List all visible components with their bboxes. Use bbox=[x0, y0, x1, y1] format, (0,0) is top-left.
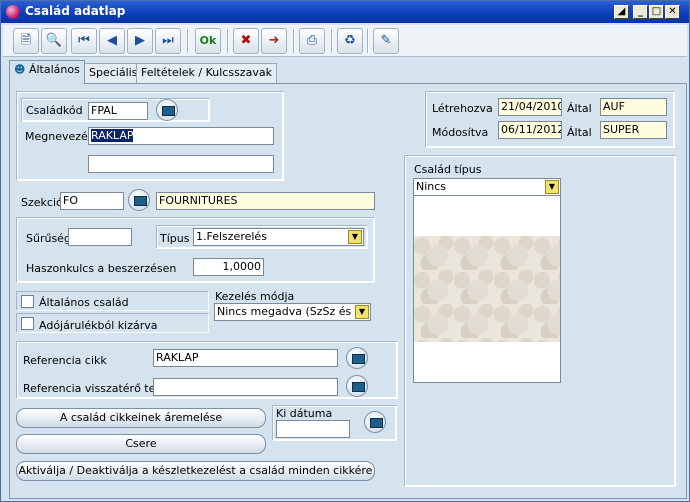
first-record-icon[interactable]: ⏮ bbox=[71, 28, 97, 54]
notes-icon[interactable]: ✎ bbox=[373, 28, 399, 54]
aktival-button[interactable]: Aktiválja / Deaktiválja a készletkezelés… bbox=[16, 461, 375, 481]
kezeles-label: Kezelés módja bbox=[215, 290, 295, 303]
next-record-icon[interactable]: ▶ bbox=[127, 28, 153, 54]
letrehozva-date: 21/04/2010 bbox=[498, 98, 562, 116]
ref-cikk-label: Referencia cikk bbox=[23, 354, 107, 367]
csalad-tipus-select[interactable]: Nincs ▼ bbox=[413, 178, 561, 196]
suruseg-label: Sűrűség bbox=[26, 232, 71, 245]
szekcio-name: FOURNITURES bbox=[156, 192, 375, 210]
ref-cikk-lookup-icon[interactable] bbox=[346, 347, 368, 369]
haszonkulcs-input[interactable]: 1,0000 bbox=[193, 258, 264, 276]
szekcio-code-input[interactable]: FO bbox=[60, 192, 124, 210]
maximize-button[interactable]: □ bbox=[649, 5, 664, 19]
close-button[interactable]: ✕ bbox=[665, 5, 680, 19]
tipus-selected-value: 1.Felszerelés bbox=[196, 230, 267, 243]
minimize-button[interactable]: _ bbox=[633, 5, 648, 19]
window-title: Család adatlap bbox=[25, 4, 126, 18]
tipus-select[interactable]: 1.Felszerelés ▼ bbox=[193, 228, 364, 246]
prev-record-icon[interactable]: ◀ bbox=[99, 28, 125, 54]
modositva-altal-label: Által bbox=[567, 126, 592, 139]
new-icon[interactable]: 🗎 bbox=[13, 28, 39, 54]
altalanos-csalad-checkbox[interactable] bbox=[21, 295, 34, 308]
exit-door-icon[interactable]: ➜ bbox=[261, 28, 287, 54]
csaladkod-label: Családkód bbox=[26, 104, 83, 117]
csalad-tipus-label: Család típus bbox=[414, 163, 482, 176]
title-bar: Család adatlap ◢ _ □ ✕ bbox=[1, 1, 689, 23]
tab-label: Speciális bbox=[89, 66, 138, 79]
kezeles-select[interactable]: Nincs megadva (SzSz és TÜ ▼ bbox=[214, 303, 371, 321]
haszonkulcs-label: Haszonkulcs a beszerzésen bbox=[26, 262, 177, 275]
megnevezes-label: Megnevezés bbox=[25, 130, 94, 143]
trash-icon[interactable]: ♻ bbox=[337, 28, 363, 54]
aremeles-button[interactable]: A család cikkeinek áremelése bbox=[16, 408, 266, 428]
tab-altalanos[interactable]: ☻ Általános bbox=[9, 60, 85, 84]
megnevezes2-input[interactable] bbox=[88, 155, 274, 173]
csere-button[interactable]: Csere bbox=[16, 434, 266, 454]
calendar-icon[interactable] bbox=[364, 411, 386, 433]
csaladkod-lookup-icon[interactable] bbox=[156, 99, 178, 121]
dropdown-arrow-icon[interactable]: ▼ bbox=[355, 305, 369, 319]
texture-image bbox=[414, 236, 560, 342]
toolbar-separator bbox=[187, 29, 189, 53]
tab-feltetelek[interactable]: Feltételek / Kulcsszavak bbox=[136, 63, 277, 83]
menu-arrow-icon[interactable]: ◢ bbox=[614, 5, 629, 19]
toolbar: 🗎 🔍 ⏮ ◀ ▶ ⏭ Ok ✖ ➜ ⎙ ♻ ✎ bbox=[3, 25, 687, 57]
dropdown-arrow-icon[interactable]: ▼ bbox=[545, 180, 559, 194]
megnevezes-input[interactable]: RAKLAP bbox=[88, 127, 274, 145]
letrehozva-label: Létrehozva bbox=[432, 102, 493, 115]
tab-label: Feltételek / Kulcsszavak bbox=[141, 66, 272, 79]
window: Család adatlap ◢ _ □ ✕ 🗎 🔍 ⏮ ◀ ▶ ⏭ Ok ✖ … bbox=[0, 0, 690, 502]
modositva-date: 06/11/2012 bbox=[498, 121, 562, 139]
ref-visszatero-input[interactable] bbox=[153, 378, 338, 396]
toolbar-separator bbox=[367, 29, 369, 53]
szekcio-label: Szekció bbox=[21, 196, 63, 209]
ki-datuma-input[interactable] bbox=[276, 420, 350, 438]
ok-icon[interactable]: Ok bbox=[195, 28, 221, 54]
ref-visszatero-lookup-icon[interactable] bbox=[346, 375, 368, 397]
letrehozva-user: AUF bbox=[600, 98, 667, 116]
ki-datuma-label: Ki dátuma bbox=[276, 407, 333, 420]
ref-cikk-input[interactable]: RAKLAP bbox=[153, 349, 338, 367]
app-icon bbox=[6, 5, 20, 19]
toolbar-separator bbox=[293, 29, 295, 53]
adojarulek-checkbox[interactable] bbox=[21, 317, 34, 330]
delete-doc-icon[interactable]: ✖ bbox=[233, 28, 259, 54]
search-icon[interactable]: 🔍 bbox=[41, 28, 67, 54]
last-record-icon[interactable]: ⏭ bbox=[155, 28, 181, 54]
szekcio-lookup-icon[interactable] bbox=[128, 189, 150, 211]
toolbar-separator bbox=[227, 29, 229, 53]
kezeles-selected-value: Nincs megadva (SzSz és TÜ bbox=[217, 305, 370, 318]
modositva-label: Módosítva bbox=[432, 126, 489, 139]
csalad-tipus-selected-value: Nincs bbox=[416, 180, 447, 193]
csalad-tipus-image-frame bbox=[413, 195, 561, 383]
toolbar-separator bbox=[331, 29, 333, 53]
adojarulek-label: Adójárulékból kizárva bbox=[39, 319, 158, 332]
dropdown-arrow-icon[interactable]: ▼ bbox=[348, 230, 362, 244]
tab-specialis[interactable]: Speciális bbox=[84, 63, 143, 83]
suruseg-input[interactable] bbox=[68, 228, 132, 246]
letrehozva-altal-label: Által bbox=[567, 102, 592, 115]
altalanos-csalad-label: Általános család bbox=[39, 296, 129, 309]
tab-label: Általános bbox=[28, 63, 80, 76]
person-icon: ☻ bbox=[14, 63, 26, 76]
tipus-label: Típus bbox=[160, 232, 190, 245]
modositva-user: SUPER bbox=[600, 121, 667, 139]
print-icon[interactable]: ⎙ bbox=[299, 28, 325, 54]
csaladkod-input[interactable]: FPAL bbox=[88, 102, 148, 120]
